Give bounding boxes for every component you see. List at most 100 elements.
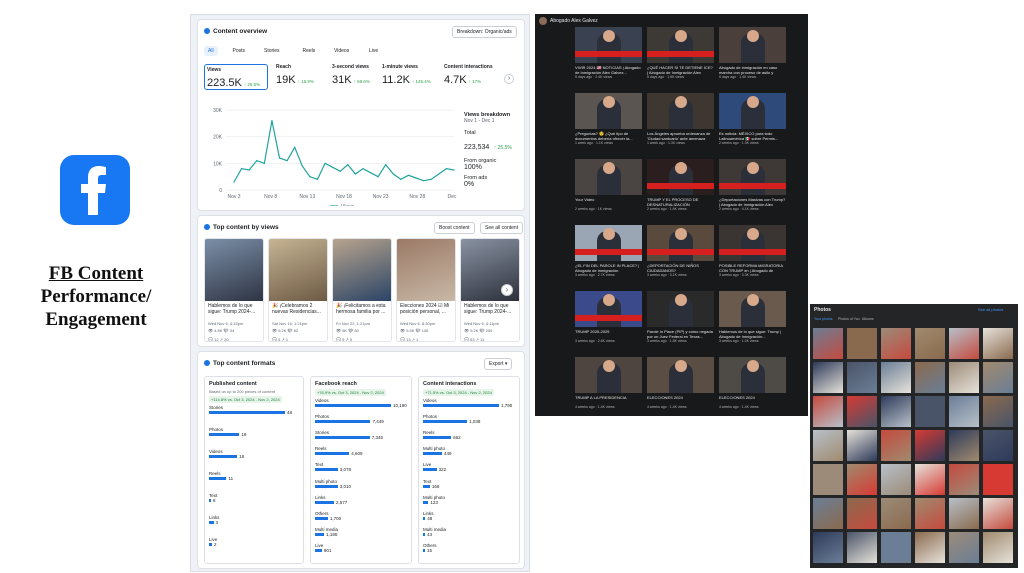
- photo-thumbnail[interactable]: [881, 498, 911, 529]
- format-bar: [315, 420, 371, 424]
- video-card[interactable]: Hablemos de lo que sigue: Trump | Abogad…: [719, 291, 786, 343]
- video-card[interactable]: TRUMP A LA PRESIDENCIA 4 weeks ago · 1.4K…: [575, 357, 642, 409]
- metric-3[interactable]: 1-minute views 11.2K ↑ 145.4%: [382, 64, 438, 90]
- photo-thumbnail[interactable]: [813, 498, 843, 529]
- photo-thumbnail[interactable]: [915, 396, 945, 427]
- see-all-content-button[interactable]: See all content: [480, 222, 524, 234]
- tab-posts[interactable]: Posts: [229, 46, 250, 56]
- photo-thumbnail[interactable]: [983, 532, 1013, 563]
- photo-thumbnail[interactable]: [983, 430, 1013, 461]
- video-card[interactable]: ¿EL FIN DEL PAROLE IN PLACE? | Abogado d…: [575, 225, 642, 277]
- video-card[interactable]: Your Video 2 weeks ago · 1K views: [575, 159, 642, 211]
- photo-thumbnail[interactable]: [915, 362, 945, 393]
- photo-thumbnail[interactable]: [881, 396, 911, 427]
- photo-thumbnail[interactable]: [847, 396, 877, 427]
- chevron-right-icon[interactable]: ›: [504, 74, 514, 84]
- photo-thumbnail[interactable]: [915, 464, 945, 495]
- photo-thumbnail[interactable]: [983, 362, 1013, 393]
- video-card[interactable]: ELECCIONES 2024 4 weeks ago · 1.4K views: [647, 357, 714, 409]
- video-card[interactable]: TRUMP 2025-2029 3 weeks ago · 2.6K views: [575, 291, 642, 343]
- photo-thumbnail[interactable]: [949, 464, 979, 495]
- tab-reels[interactable]: Reels: [299, 46, 320, 56]
- photo-thumbnail[interactable]: [949, 498, 979, 529]
- video-card[interactable]: ELECCIONES 2024 4 weeks ago · 1.4K views: [719, 357, 786, 409]
- photo-tab[interactable]: Photos of You: [838, 317, 860, 321]
- views-data-point: [385, 164, 387, 166]
- photo-thumbnail[interactable]: [915, 328, 945, 359]
- photo-thumbnail[interactable]: [813, 464, 843, 495]
- tab-stories[interactable]: Stories: [260, 46, 284, 56]
- photo-thumbnail[interactable]: [983, 464, 1013, 495]
- photo-thumbnail[interactable]: [847, 362, 877, 393]
- video-meta: 3 weeks ago · 2.6K views: [575, 339, 615, 343]
- photo-thumbnail[interactable]: [881, 328, 911, 359]
- format-item-label: Reels: [209, 471, 221, 476]
- metric-value: 11.2K: [382, 74, 410, 86]
- top-formats-card: Top content formats Export ▾ Published c…: [197, 351, 525, 569]
- photo-tab[interactable]: Your photos: [814, 317, 833, 321]
- top-post-card[interactable]: 🎉 ¡Celebramos 2 nuevas Residencias... Sat…: [268, 238, 328, 342]
- photo-thumbnail[interactable]: [983, 328, 1013, 359]
- photos-title: Photos: [814, 307, 831, 313]
- video-card[interactable]: ¿DEPORTACIÓN DE NIÑOS CIUDADANOS? 3 weeks…: [647, 225, 714, 277]
- photo-thumbnail[interactable]: [847, 464, 877, 495]
- photo-thumbnail[interactable]: [949, 532, 979, 563]
- video-card[interactable]: ¿Preguntas? 🧐 ¿Qué tipo de documentos de…: [575, 93, 642, 145]
- video-card[interactable]: Es noticia: MÉXICO para todo Latinoaméri…: [719, 93, 786, 145]
- photo-thumbnail[interactable]: [915, 498, 945, 529]
- format-item-value: 48: [427, 515, 433, 521]
- video-card[interactable]: Los Ángeles aprueba ordenanza de 'Ciudad…: [647, 93, 714, 145]
- carousel-next-icon[interactable]: ›: [501, 284, 513, 296]
- video-thumbnail: [719, 93, 786, 129]
- tab-videos[interactable]: Videos: [330, 46, 353, 56]
- photo-thumbnail[interactable]: [881, 430, 911, 461]
- photo-thumbnail[interactable]: [915, 532, 945, 563]
- metric-1[interactable]: Reach 19K ↑ 16.9%: [276, 64, 332, 90]
- photo-thumbnail[interactable]: [915, 430, 945, 461]
- metric-value-row: 31K ↑ 68.6%: [332, 70, 388, 88]
- video-card[interactable]: ¿QUÉ HACER SI TE DETIENE ICE? | Abogado …: [647, 27, 714, 79]
- metric-2[interactable]: 3-second views 31K ↑ 68.6%: [332, 64, 388, 90]
- photo-thumbnail[interactable]: [983, 498, 1013, 529]
- photo-thumbnail[interactable]: [847, 532, 877, 563]
- top-post-card[interactable]: Elecciones 2024 ☑ Mi posición personal, …: [396, 238, 456, 342]
- photo-thumbnail[interactable]: [813, 396, 843, 427]
- top-post-card[interactable]: Hablemos de lo que sigue: Trump 2024-...…: [204, 238, 264, 342]
- video-card[interactable]: POSIBLE REFORMA MIGRATORIA CON TRUMP en …: [719, 225, 786, 277]
- video-card[interactable]: Parole In Place (PIP) y cómo negada por …: [647, 291, 714, 343]
- tab-all[interactable]: All: [204, 46, 218, 56]
- photo-thumbnail[interactable]: [949, 328, 979, 359]
- photo-thumbnail[interactable]: [813, 532, 843, 563]
- metric-0[interactable]: Views 223.5K ↑ 25.5%: [204, 64, 268, 90]
- photo-thumbnail[interactable]: [847, 328, 877, 359]
- photo-thumbnail[interactable]: [847, 498, 877, 529]
- video-card[interactable]: VIVIR 2024 🇺🇸 NOTICIAS | Abogado de Inmi…: [575, 27, 642, 79]
- photo-thumbnail[interactable]: [949, 362, 979, 393]
- tab-live[interactable]: Live: [365, 46, 382, 56]
- thumb-face: [603, 162, 615, 174]
- boost-content-button[interactable]: Boost content: [434, 222, 475, 234]
- breakdown-select[interactable]: Breakdown: Organic/ads: [452, 26, 517, 38]
- top-post-card[interactable]: 🎉 ¡Felicitamos a esta hermosa familia po…: [332, 238, 392, 342]
- photo-thumbnail[interactable]: [813, 430, 843, 461]
- video-card[interactable]: TRUMP Y EL PROCESO DE DESNATURALIZACIÓN 2…: [647, 159, 714, 211]
- photo-thumbnail[interactable]: [813, 328, 843, 359]
- see-all-photos-link[interactable]: See all photos: [978, 307, 1003, 312]
- photo-thumbnail[interactable]: [881, 532, 911, 563]
- video-card[interactable]: ¿Deportaciones Masivas con Trump? | Abog…: [719, 159, 786, 211]
- photo-thumbnail[interactable]: [881, 464, 911, 495]
- photo-thumbnail[interactable]: [983, 396, 1013, 427]
- metric-4[interactable]: Content interactions 4.7K ↑ 17%: [444, 64, 500, 90]
- x-tick-label: Nov 3: [227, 194, 240, 200]
- format-change-badge: +76.9% vs. Oct 3, 2024 - Nov 2, 2024: [315, 389, 386, 396]
- photo-thumbnail[interactable]: [949, 430, 979, 461]
- photo-thumbnail[interactable]: [847, 430, 877, 461]
- breakdown-range: Nov 1 - Dec 1: [464, 118, 495, 124]
- photo-thumbnail[interactable]: [881, 362, 911, 393]
- photo-tab[interactable]: Albums: [862, 317, 874, 321]
- photo-thumbnail[interactable]: [813, 362, 843, 393]
- format-item-value: 3,010: [339, 483, 352, 489]
- video-card[interactable]: Abogado de inmigración en caso marcha co…: [719, 27, 786, 79]
- photo-thumbnail[interactable]: [949, 396, 979, 427]
- export-button[interactable]: Export ▾: [484, 358, 513, 370]
